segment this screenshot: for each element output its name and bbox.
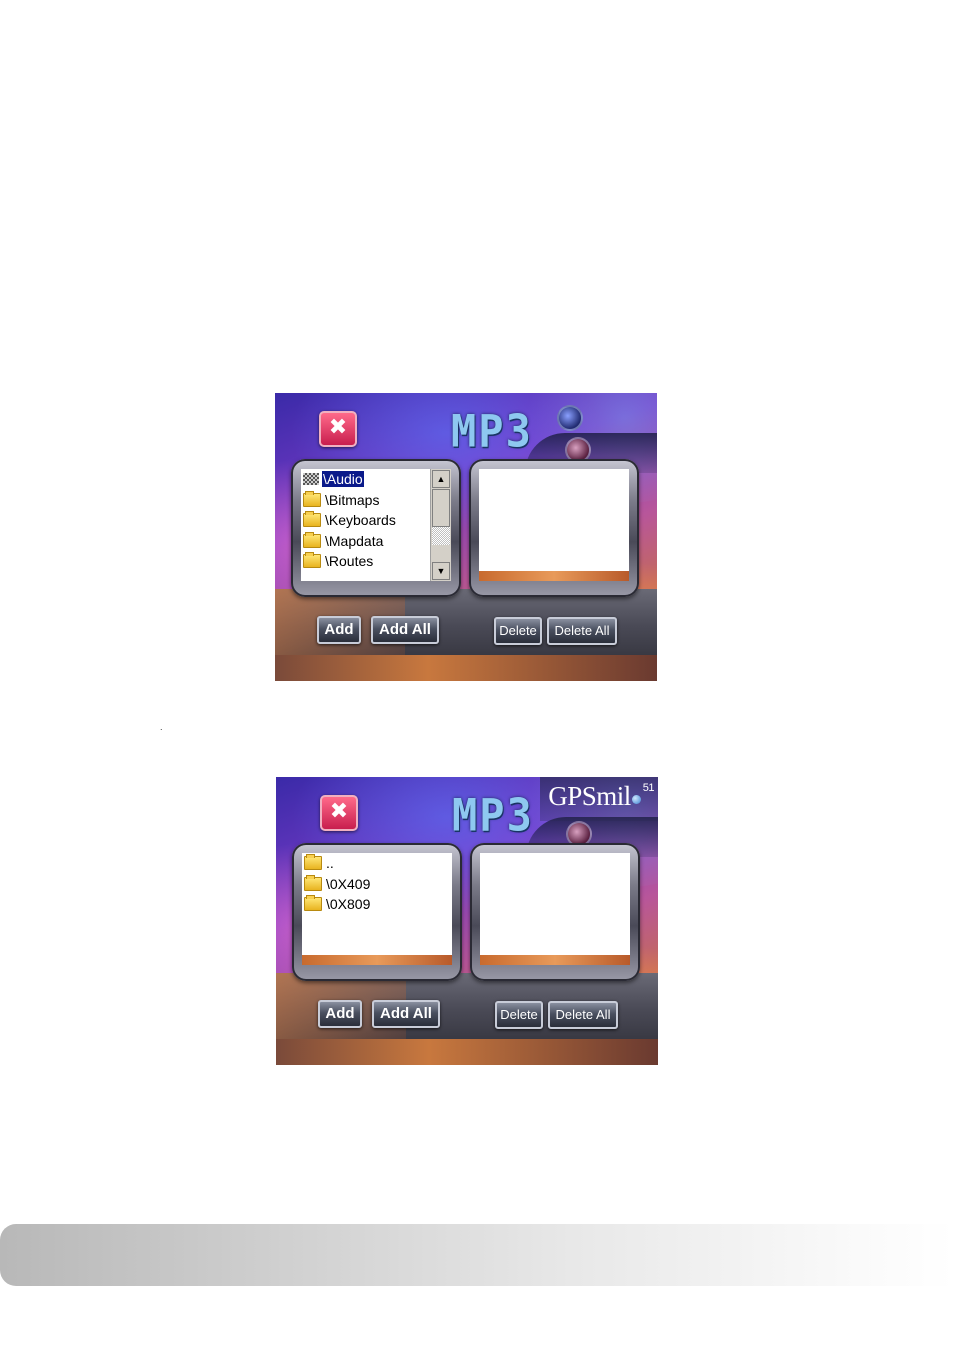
list-item[interactable]: \Routes [301, 551, 431, 572]
brand-name: GPSmil [548, 781, 631, 811]
app-title: MP3 [452, 789, 534, 842]
brand-dot-icon [631, 795, 641, 804]
playlist-list[interactable] [480, 853, 630, 965]
source-list-frame: .. \0X409 \0X809 [292, 843, 462, 981]
list-item[interactable]: \Keyboards [301, 510, 431, 531]
scroll-track[interactable] [432, 527, 450, 545]
mp3-screen-browse-folder: GPSmil 51 ✖ MP3 .. \0X409 \0X809 Add Add… [276, 777, 658, 1065]
delete-all-button[interactable]: Delete All [547, 617, 617, 645]
add-all-button[interactable]: Add All [371, 616, 439, 644]
mp3-screen-browse-root: ✖ MP3 \Audio \Bitmaps \Keyboards \Mapdat… [275, 393, 657, 681]
list-item-label: .. [326, 855, 334, 872]
folder-icon [304, 854, 322, 871]
brand-version: 51 [642, 782, 655, 794]
add-button[interactable]: Add [318, 1000, 362, 1028]
delete-button[interactable]: Delete [494, 617, 542, 645]
close-button[interactable]: ✖ [319, 411, 357, 447]
list-item-label: \0X409 [326, 875, 371, 892]
list-item-label: \Audio [322, 471, 364, 488]
decor-ring [557, 405, 583, 431]
brand-logo: GPSmil 51 [540, 777, 658, 821]
list-item[interactable]: \Bitmaps [301, 490, 431, 511]
list-item-label: \Keyboards [325, 512, 396, 529]
footer-band [0, 1224, 954, 1286]
scroll-up-arrow-icon[interactable]: ▲ [432, 470, 450, 488]
folder-icon [304, 874, 322, 891]
playlist-frame [469, 459, 639, 597]
close-button[interactable]: ✖ [320, 795, 358, 831]
caption-mark: . [160, 722, 163, 732]
list-item-label: \Bitmaps [325, 491, 380, 508]
folder-icon [303, 490, 321, 507]
scroll-thumb[interactable] [432, 489, 450, 527]
folder-icon [303, 552, 321, 569]
app-title: MP3 [451, 405, 533, 458]
folder-icon [303, 511, 321, 528]
list-item[interactable]: .. [302, 853, 452, 874]
folder-icon [304, 895, 322, 912]
add-all-button[interactable]: Add All [372, 1000, 440, 1028]
vertical-scrollbar[interactable]: ▲ ▼ [430, 469, 451, 581]
list-item[interactable]: \Mapdata [301, 531, 431, 552]
playlist-list[interactable] [479, 469, 629, 581]
delete-all-button[interactable]: Delete All [548, 1001, 618, 1029]
source-list[interactable]: .. \0X409 \0X809 [302, 853, 452, 965]
scroll-down-arrow-icon[interactable]: ▼ [432, 562, 450, 580]
list-item-label: \0X809 [326, 896, 371, 913]
playlist-frame [470, 843, 640, 981]
list-item-label: \Mapdata [325, 532, 384, 549]
list-item[interactable]: \Audio [301, 469, 431, 490]
delete-button[interactable]: Delete [495, 1001, 543, 1029]
folder-icon [303, 531, 321, 548]
add-button[interactable]: Add [317, 616, 361, 644]
source-list[interactable]: \Audio \Bitmaps \Keyboards \Mapdata \Rou… [301, 469, 451, 581]
list-item[interactable]: \0X809 [302, 894, 452, 915]
list-item[interactable]: \0X409 [302, 874, 452, 895]
audio-folder-icon [303, 473, 319, 486]
list-item-label: \Routes [325, 553, 374, 570]
source-list-frame: \Audio \Bitmaps \Keyboards \Mapdata \Rou… [291, 459, 461, 597]
